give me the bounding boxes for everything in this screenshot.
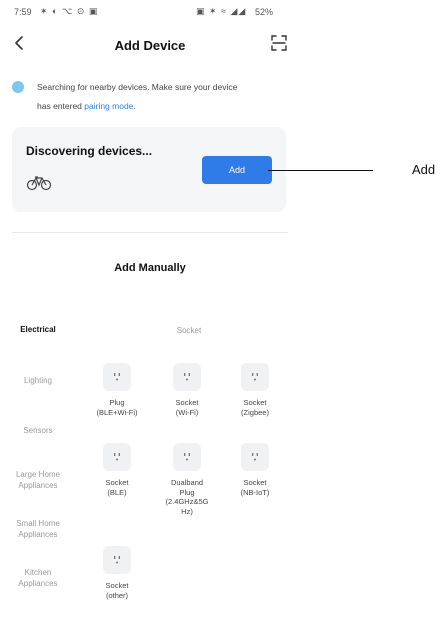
- socket-icon: [173, 443, 201, 471]
- notice-text-line2: has entered pairing mode.: [37, 101, 136, 111]
- device-socket-zigbee[interactable]: Socket (Zigbee): [224, 363, 286, 417]
- category-large-home-appliances[interactable]: Large Home Appliances: [0, 469, 76, 491]
- subcategory-title: Socket: [176, 326, 202, 335]
- device-socket-other[interactable]: Socket (other): [86, 546, 148, 600]
- device-label: Socket (NB-IoT): [240, 478, 270, 497]
- add-manually-title: Add Manually: [114, 262, 186, 274]
- search-notice: Searching for nearby devices. Make sure …: [0, 76, 300, 116]
- socket-icon: [173, 363, 201, 391]
- discovering-title: Discovering devices...: [26, 144, 153, 158]
- device-label: Socket (Wi-Fi): [175, 398, 199, 417]
- device-label: Socket (BLE): [105, 478, 129, 497]
- bicycle-icon: [26, 175, 52, 191]
- discovering-card: Discovering devices... Add: [12, 127, 286, 212]
- pairing-mode-link[interactable]: pairing mode: [84, 101, 133, 111]
- section-divider: [12, 232, 288, 233]
- battery-level: 52%: [255, 7, 274, 17]
- category-sensors[interactable]: Sensors: [0, 425, 76, 436]
- status-notification-icons: ✶ ◐ ⌥ ⊙ ▣: [40, 6, 99, 16]
- phone-screen: 7:59 ✶ ◐ ⌥ ⊙ ▣ ▣ ✶ ≈ ◢◢ 52% Add Device S…: [0, 0, 300, 617]
- callout-label: Add: [412, 162, 436, 177]
- device-socket-wifi[interactable]: Socket (Wi-Fi): [156, 363, 218, 417]
- bluetooth-icon: [12, 81, 24, 93]
- category-electrical[interactable]: Electrical: [0, 324, 76, 335]
- page-title: Add Device: [114, 38, 186, 53]
- category-kitchen-appliances[interactable]: Kitchen Appliances: [0, 567, 76, 589]
- category-small-home-appliances[interactable]: Small Home Appliances: [0, 518, 76, 540]
- callout-line: [268, 170, 373, 171]
- socket-icon: [241, 443, 269, 471]
- status-signal-icons: ▣ ✶ ≈ ◢◢: [196, 6, 247, 16]
- status-time: 7:59: [14, 7, 32, 17]
- device-dualband-plug[interactable]: Dualband Plug (2.4GHz&5G Hz): [156, 443, 218, 516]
- socket-icon: [241, 363, 269, 391]
- status-bar: 7:59 ✶ ◐ ⌥ ⊙ ▣ ▣ ✶ ≈ ◢◢ 52%: [0, 0, 300, 24]
- page-header: Add Device: [0, 26, 300, 62]
- device-socket-nb-iot[interactable]: Socket (NB-IoT): [224, 443, 286, 497]
- category-lighting[interactable]: Lighting: [0, 375, 76, 386]
- scan-icon[interactable]: [270, 34, 288, 52]
- socket-icon: [103, 363, 131, 391]
- socket-icon: [103, 443, 131, 471]
- device-label: Socket (Zigbee): [241, 398, 269, 417]
- notice-text: Searching for nearby devices. Make sure …: [37, 82, 238, 92]
- device-label: Dualband Plug (2.4GHz&5G Hz): [165, 478, 209, 516]
- device-socket-ble[interactable]: Socket (BLE): [86, 443, 148, 497]
- add-button[interactable]: Add: [202, 156, 272, 184]
- device-label: Socket (other): [105, 581, 129, 600]
- device-plug-ble-wifi[interactable]: Plug (BLE+Wi-Fi): [86, 363, 148, 417]
- device-label: Plug (BLE+Wi-Fi): [96, 398, 138, 417]
- socket-icon: [103, 546, 131, 574]
